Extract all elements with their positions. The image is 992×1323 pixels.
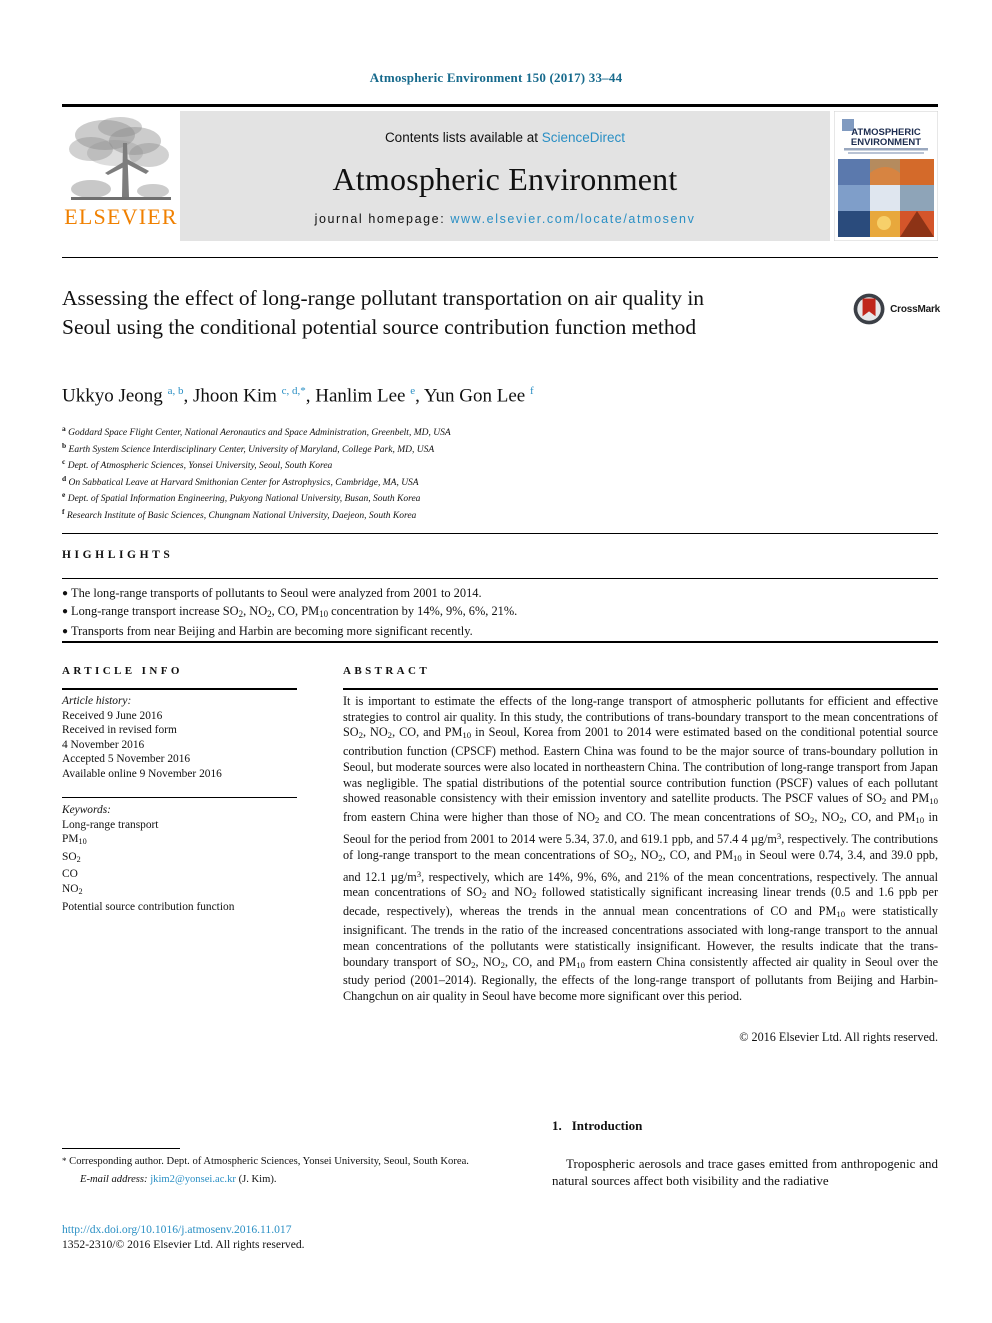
bullet-icon: ● — [62, 605, 69, 617]
affiliation-item: e Dept. of Spatial Information Engineeri… — [62, 489, 882, 506]
affiliation-marker: e — [62, 490, 66, 500]
homepage-url-link[interactable]: www.elsevier.com/locate/atmosenv — [450, 212, 695, 226]
abstract-body: It is important to estimate the effects … — [343, 694, 939, 1004]
affiliation-item: d On Sabbatical Leave at Harvard Smithon… — [62, 473, 882, 490]
doi-block: http://dx.doi.org/10.1016/j.atmosenv.201… — [62, 1222, 492, 1252]
article-history-label: Article history: — [62, 695, 132, 707]
email-label: E-mail address: — [80, 1173, 148, 1185]
list-item: ● Transports from near Beijing and Harbin… — [62, 623, 662, 641]
bullet-icon: ● — [62, 588, 69, 599]
keywords-block: Keywords: Long-range transport PM10 SO2 … — [62, 803, 302, 914]
keywords-divider — [62, 797, 297, 798]
cover-image: ATMOSPHERIC ENVIRONMENT — [833, 110, 939, 242]
copyright-line: © 2016 Elsevier Ltd. All rights reserved… — [739, 1030, 938, 1044]
keyword-item: Long-range transport — [62, 818, 159, 831]
affiliation-item: a Goddard Space Flight Center, National … — [62, 423, 882, 440]
section-heading-introduction: 1. Introduction — [552, 1118, 642, 1134]
sciencedirect-link[interactable]: ScienceDirect — [542, 130, 625, 145]
article-history: Article history: Received 9 June 2016 Re… — [62, 694, 302, 782]
keyword-item: Potential source contribution function — [62, 900, 235, 913]
masthead-center: Contents lists available at ScienceDirec… — [180, 111, 830, 241]
doi-link[interactable]: http://dx.doi.org/10.1016/j.atmosenv.201… — [62, 1222, 492, 1237]
abstract-heading: ABSTRACT — [343, 665, 431, 677]
affiliation-item: c Dept. of Atmospheric Sciences, Yonsei … — [62, 456, 882, 473]
article-history-line: Received in revised form — [62, 724, 177, 737]
article-history-line: Available online 9 November 2016 — [62, 767, 222, 780]
affiliation-marker: f — [62, 506, 65, 516]
highlight-text: Transports from near Beijing and Harbin … — [71, 624, 473, 639]
introduction-paragraph: Tropospheric aerosols and trace gases em… — [552, 1156, 938, 1189]
affiliation-marker: b — [62, 440, 67, 450]
crossmark-icon — [853, 293, 885, 325]
info-top-divider — [62, 641, 938, 643]
affiliation-text: Dept. of Atmospheric Sciences, Yonsei Un… — [67, 461, 333, 472]
crossmark-badge[interactable]: CrossMark — [852, 286, 940, 332]
article-history-line: Accepted 5 November 2016 — [62, 753, 191, 766]
bullet-icon: ● — [62, 626, 69, 638]
journal-title: Atmospheric Environment — [332, 161, 678, 197]
affiliation-text: Research Institute of Basic Sciences, Ch… — [66, 510, 417, 521]
keyword-item: SO2 — [62, 850, 81, 864]
journal-article-page: Atmospheric Environment 150 (2017) 33–44 — [0, 0, 992, 1323]
journal-cover-thumbnail: ATMOSPHERIC ENVIRONMENT — [833, 110, 939, 242]
elsevier-tree-icon — [69, 117, 171, 200]
elsevier-logo: ELSEVIER — [62, 111, 180, 241]
article-history-line: 4 November 2016 — [62, 738, 145, 751]
homepage-prefix: journal homepage: — [314, 212, 451, 226]
corresponding-author-line: * Corresponding author. Dept. of Atmosph… — [62, 1155, 482, 1169]
keyword-item: PM10 — [62, 833, 87, 847]
corresponding-author-note: * Corresponding author. Dept. of Atmosph… — [62, 1155, 482, 1186]
affiliation-text: Earth System Science Interdisciplinary C… — [68, 444, 435, 455]
email-line: E-mail address: jkim2@yonsei.ac.kr (J. K… — [62, 1173, 482, 1187]
corresponding-author-text: Corresponding author. Dept. of Atmospher… — [69, 1156, 469, 1167]
footnote-divider — [62, 1148, 180, 1149]
affiliation-marker: c — [62, 457, 66, 467]
highlights-mid-divider — [62, 578, 938, 579]
abstract-divider — [343, 688, 938, 690]
asterisk-icon: * — [62, 1156, 67, 1166]
title-divider — [62, 257, 938, 258]
crossmark-label: CrossMark — [890, 303, 940, 315]
issn-copyright-line: 1352-2310/© 2016 Elsevier Ltd. All right… — [62, 1238, 305, 1252]
journal-homepage-line: journal homepage: www.elsevier.com/locat… — [315, 212, 696, 226]
section-number: 1. — [552, 1118, 562, 1133]
journal-masthead: ELSEVIER Contents lists available at Sci… — [62, 104, 939, 242]
highlights-list: ● The long-range transports of pollutants… — [62, 585, 662, 641]
highlight-text: The long-range transports of pollutants … — [71, 586, 482, 600]
affiliation-text: Goddard Space Flight Center, National Ae… — [68, 428, 451, 439]
highlights-top-divider — [62, 533, 938, 534]
running-head: Atmospheric Environment 150 (2017) 33–44 — [369, 70, 623, 85]
list-item: ● Long-range transport increase SO2, NO2,… — [62, 603, 662, 624]
affiliation-item: f Research Institute of Basic Sciences, … — [62, 506, 882, 523]
article-info-heading: ARTICLE INFO — [62, 665, 183, 677]
keyword-item: CO — [62, 868, 78, 881]
contents-available-line: Contents lists available at ScienceDirec… — [385, 130, 625, 145]
section-title: Introduction — [571, 1118, 643, 1133]
keyword-item: NO2 — [62, 883, 83, 897]
affiliation-list: a Goddard Space Flight Center, National … — [62, 423, 882, 522]
affiliation-item: b Earth System Science Interdisciplinary… — [62, 440, 882, 457]
highlight-text: Long-range transport increase SO2, NO2, … — [71, 603, 518, 619]
list-item: ● The long-range transports of pollutants… — [62, 585, 662, 603]
affiliation-marker: d — [62, 473, 67, 483]
svg-text:ENVIRONMENT: ENVIRONMENT — [851, 137, 921, 148]
keywords-label: Keywords: — [62, 804, 111, 816]
contents-prefix: Contents lists available at — [384, 130, 542, 145]
affiliation-text: Dept. of Spatial Information Engineering… — [67, 494, 421, 505]
author-list: Ukkyo Jeong a, b, Jhoon Kim c, d,*, Hanl… — [62, 385, 534, 407]
page-title: Assessing the effect of long-range pollu… — [62, 286, 705, 339]
highlights-heading: HIGHLIGHTS — [62, 549, 174, 561]
elsevier-wordmark: ELSEVIER — [64, 204, 178, 229]
affiliation-marker: a — [62, 424, 66, 433]
article-info-divider — [62, 688, 297, 690]
article-history-line: Received 9 June 2016 — [62, 709, 163, 722]
affiliation-text: On Sabbatical Leave at Harvard Smithonia… — [68, 477, 419, 488]
email-link[interactable]: jkim2@yonsei.ac.kr — [150, 1174, 236, 1185]
email-suffix: (J. Kim). — [238, 1173, 277, 1185]
